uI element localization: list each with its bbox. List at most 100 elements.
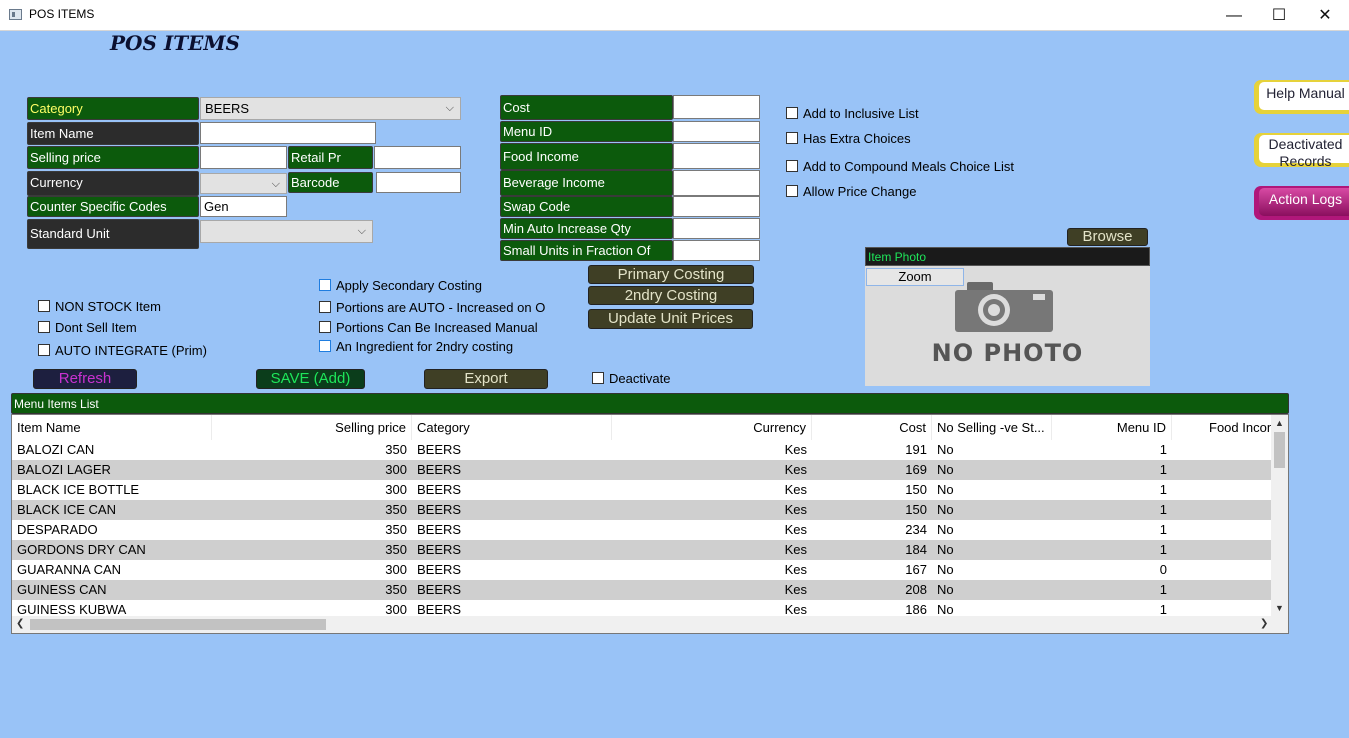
cell-currency: Kes <box>784 482 807 497</box>
menu-items-list-header: Menu Items List <box>11 393 1289 414</box>
page-title: POS ITEMS <box>110 31 240 55</box>
zoom-button[interactable]: Zoom <box>866 268 964 286</box>
apply-secondary-checkbox[interactable] <box>319 279 331 291</box>
secondary-costing-button[interactable]: 2ndry Costing <box>588 286 754 305</box>
vertical-scrollbar[interactable]: ▲ ▼ <box>1271 415 1288 618</box>
help-manual-button[interactable]: Help Manual <box>1254 80 1349 114</box>
non-stock-checkbox[interactable] <box>38 300 50 312</box>
portions-auto-checkbox[interactable] <box>319 301 331 313</box>
table-row[interactable]: GORDONS DRY CAN 350 BEERS Kes 184 No 1 <box>12 540 1272 560</box>
primary-costing-button[interactable]: Primary Costing <box>588 265 754 284</box>
currency-label: Currency <box>27 171 199 196</box>
horizontal-scrollbar[interactable]: ❮ ❯ <box>12 616 1288 633</box>
category-select[interactable]: BEERS ⌵ <box>200 97 461 120</box>
cell-item-name: GUINESS CAN <box>17 582 107 597</box>
small-units-label: Small Units in Fraction Of <box>500 240 673 261</box>
cell-food-income <box>1172 460 1272 480</box>
add-inclusive-checkbox[interactable] <box>786 107 798 119</box>
save-add-button[interactable]: SAVE (Add) <box>256 369 365 389</box>
deactivated-records-button[interactable]: Deactivated Records <box>1254 133 1349 167</box>
column-header-cost[interactable]: Cost <box>812 415 932 440</box>
table-row[interactable]: BALOZI CAN 350 BEERS Kes 191 No 1 <box>12 440 1272 460</box>
update-unit-prices-button[interactable]: Update Unit Prices <box>588 309 753 329</box>
item-name-input[interactable] <box>200 122 376 144</box>
standard-unit-select[interactable]: ⌵ <box>200 220 373 243</box>
food-income-input[interactable] <box>673 143 760 169</box>
auto-integrate-checkbox[interactable] <box>38 344 50 356</box>
cell-selling-price: 300 <box>385 562 407 577</box>
cell-currency: Kes <box>784 442 807 457</box>
table-row[interactable]: GUARANNA CAN 300 BEERS Kes 167 No 0 <box>12 560 1272 580</box>
cell-item-name: GORDONS DRY CAN <box>17 542 146 557</box>
column-header-currency[interactable]: Currency <box>612 415 812 440</box>
ingredient-2ndry-checkbox[interactable] <box>319 340 331 352</box>
scroll-right-icon[interactable]: ❯ <box>1260 618 1268 629</box>
menu-items-grid[interactable]: Item Name Selling price Category Currenc… <box>11 414 1289 634</box>
scroll-left-icon[interactable]: ❮ <box>16 618 24 629</box>
small-units-input[interactable] <box>673 240 760 261</box>
refresh-button[interactable]: Refresh <box>33 369 137 389</box>
column-header-item-name[interactable]: Item Name <box>12 415 212 440</box>
cell-menu-id: 0 <box>1159 562 1167 577</box>
horizontal-scroll-thumb[interactable] <box>30 619 326 630</box>
standard-unit-label: Standard Unit <box>27 219 199 249</box>
cell-selling-price: 350 <box>385 582 407 597</box>
browse-button[interactable]: Browse <box>1067 228 1148 246</box>
beverage-income-input[interactable] <box>673 170 760 196</box>
table-row[interactable]: DESPARADO 350 BEERS Kes 234 No 1 <box>12 520 1272 540</box>
portions-manual-checkbox[interactable] <box>319 321 331 333</box>
close-button[interactable]: ✕ <box>1302 0 1348 31</box>
cell-category: BEERS <box>417 462 462 477</box>
cell-food-income <box>1172 520 1272 540</box>
minimize-button[interactable]: — <box>1211 0 1257 31</box>
counter-codes-label: Counter Specific Codes <box>27 196 199 217</box>
cell-item-name: BLACK ICE BOTTLE <box>17 482 140 497</box>
compound-meals-checkbox[interactable] <box>786 160 798 172</box>
allow-price-change-label: Allow Price Change <box>803 184 917 199</box>
scroll-down-icon[interactable]: ▼ <box>1275 603 1284 613</box>
table-row[interactable]: BLACK ICE CAN 350 BEERS Kes 150 No 1 <box>12 500 1272 520</box>
currency-select[interactable]: ⌵ <box>200 173 287 194</box>
portions-manual-label: Portions Can Be Increased Manual <box>336 320 538 335</box>
table-row[interactable]: BLACK ICE BOTTLE 300 BEERS Kes 150 No 1 <box>12 480 1272 500</box>
table-row[interactable]: GUINESS CAN 350 BEERS Kes 208 No 1 <box>12 580 1272 600</box>
dont-sell-checkbox[interactable] <box>38 321 50 333</box>
column-header-menu-id[interactable]: Menu ID <box>1052 415 1172 440</box>
table-row[interactable]: BALOZI LAGER 300 BEERS Kes 169 No 1 <box>12 460 1272 480</box>
menu-id-input[interactable] <box>673 121 760 142</box>
cell-cost: 167 <box>905 562 927 577</box>
barcode-input[interactable] <box>376 172 461 193</box>
counter-codes-input[interactable]: Gen <box>200 196 287 217</box>
extra-choices-checkbox[interactable] <box>786 132 798 144</box>
column-header-selling-price[interactable]: Selling price <box>212 415 412 440</box>
action-logs-button[interactable]: Action Logs <box>1254 186 1349 220</box>
cell-cost: 169 <box>905 462 927 477</box>
column-header-food-income[interactable]: Food Income <box>1172 415 1272 440</box>
retail-price-input[interactable] <box>374 146 461 169</box>
cell-selling-price: 350 <box>385 522 407 537</box>
selling-price-input[interactable] <box>200 146 287 169</box>
add-inclusive-label: Add to Inclusive List <box>803 106 919 121</box>
cell-currency: Kes <box>784 562 807 577</box>
cell-menu-id: 1 <box>1159 502 1167 517</box>
column-header-no-selling[interactable]: No Selling -ve St... <box>932 415 1052 440</box>
allow-price-change-checkbox[interactable] <box>786 185 798 197</box>
export-button[interactable]: Export <box>424 369 548 389</box>
no-photo-placeholder: NO PHOTO <box>931 339 1084 367</box>
compound-meals-label: Add to Compound Meals Choice List <box>803 159 1015 174</box>
vertical-scroll-thumb[interactable] <box>1274 432 1285 468</box>
item-name-label: Item Name <box>27 122 199 145</box>
min-auto-increase-input[interactable] <box>673 218 760 239</box>
deactivate-checkbox[interactable] <box>592 372 604 384</box>
cost-input[interactable] <box>673 95 760 119</box>
deactivate-label: Deactivate <box>609 371 671 386</box>
cell-category: BEERS <box>417 562 462 577</box>
swap-code-input[interactable] <box>673 196 760 217</box>
maximize-button[interactable]: ☐ <box>1256 0 1302 31</box>
min-auto-increase-label: Min Auto Increase Qty <box>500 218 673 239</box>
ingredient-2ndry-label: An Ingredient for 2ndry costing <box>336 339 514 354</box>
scroll-up-icon[interactable]: ▲ <box>1275 418 1284 428</box>
column-header-category[interactable]: Category <box>412 415 612 440</box>
cell-category: BEERS <box>417 582 462 597</box>
cell-no-selling: No <box>937 582 954 597</box>
